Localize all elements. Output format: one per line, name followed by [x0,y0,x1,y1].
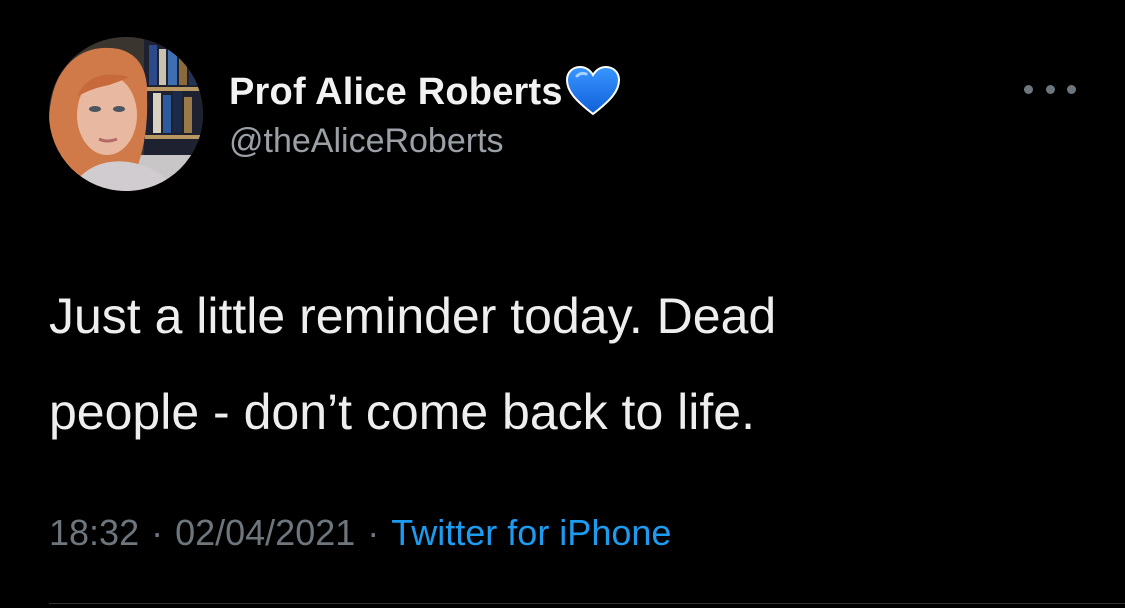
meta-separator: · [151,512,164,553]
tweet-text-line: people - don’t come back to life. [49,384,755,440]
author-name-row[interactable]: Prof Alice Roberts [229,62,621,122]
avatar[interactable] [49,37,203,191]
tweet-metadata: 18:32 · 02/04/2021 · Twitter for iPhone [49,512,671,554]
more-options-button[interactable] [1024,76,1076,102]
more-dot-icon [1045,84,1055,94]
divider [49,603,1125,604]
avatar-photo [49,37,203,191]
blue-heart-icon [565,65,621,118]
tweet-source-link[interactable]: Twitter for iPhone [391,512,671,554]
tweet-time[interactable]: 18:32 [49,512,139,554]
author-handle[interactable]: @theAliceRoberts [229,122,504,161]
more-dot-icon [1067,84,1076,94]
tweet-text-line: Just a little reminder today. Dead [49,288,777,344]
tweet-text: Just a little reminder today. Dead people… [49,268,1069,460]
tweet-date[interactable]: 02/04/2021 [175,512,355,554]
more-dot-icon [1024,84,1033,94]
author-display-name[interactable]: Prof Alice Roberts [229,71,563,114]
tweet-card: Prof Alice Roberts @theAliceRoberts Just… [0,0,1125,608]
meta-separator: · [367,512,380,553]
